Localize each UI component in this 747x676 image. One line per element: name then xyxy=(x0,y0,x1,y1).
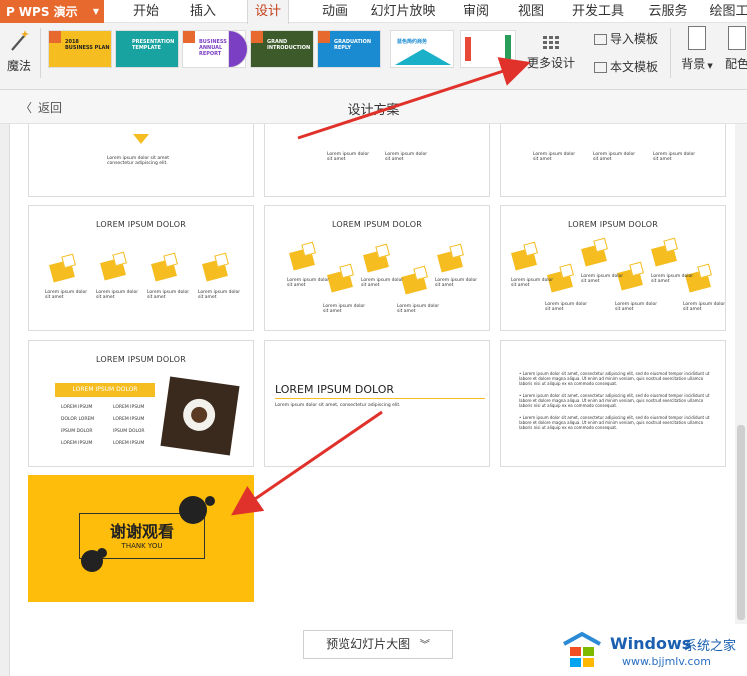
preview-slides-button[interactable]: 预览幻灯片大图 ︾ xyxy=(303,630,453,659)
watermark: Windows 系统之家 www.bjjmlv.com xyxy=(560,628,747,673)
double-chevron-down-icon: ︾ xyxy=(419,640,430,651)
watermark-cn: 系统之家 xyxy=(684,639,737,654)
arrow-to-thank-you-slide xyxy=(231,410,383,516)
scrollbar-thumb[interactable] xyxy=(737,425,745,620)
watermark-brand: Windows xyxy=(610,634,692,653)
arrow-to-more-designs xyxy=(297,57,531,140)
annotation-arrows xyxy=(231,57,531,516)
watermark-url: www.bjjmlv.com xyxy=(622,655,711,668)
windows-logo-icon xyxy=(563,631,601,667)
